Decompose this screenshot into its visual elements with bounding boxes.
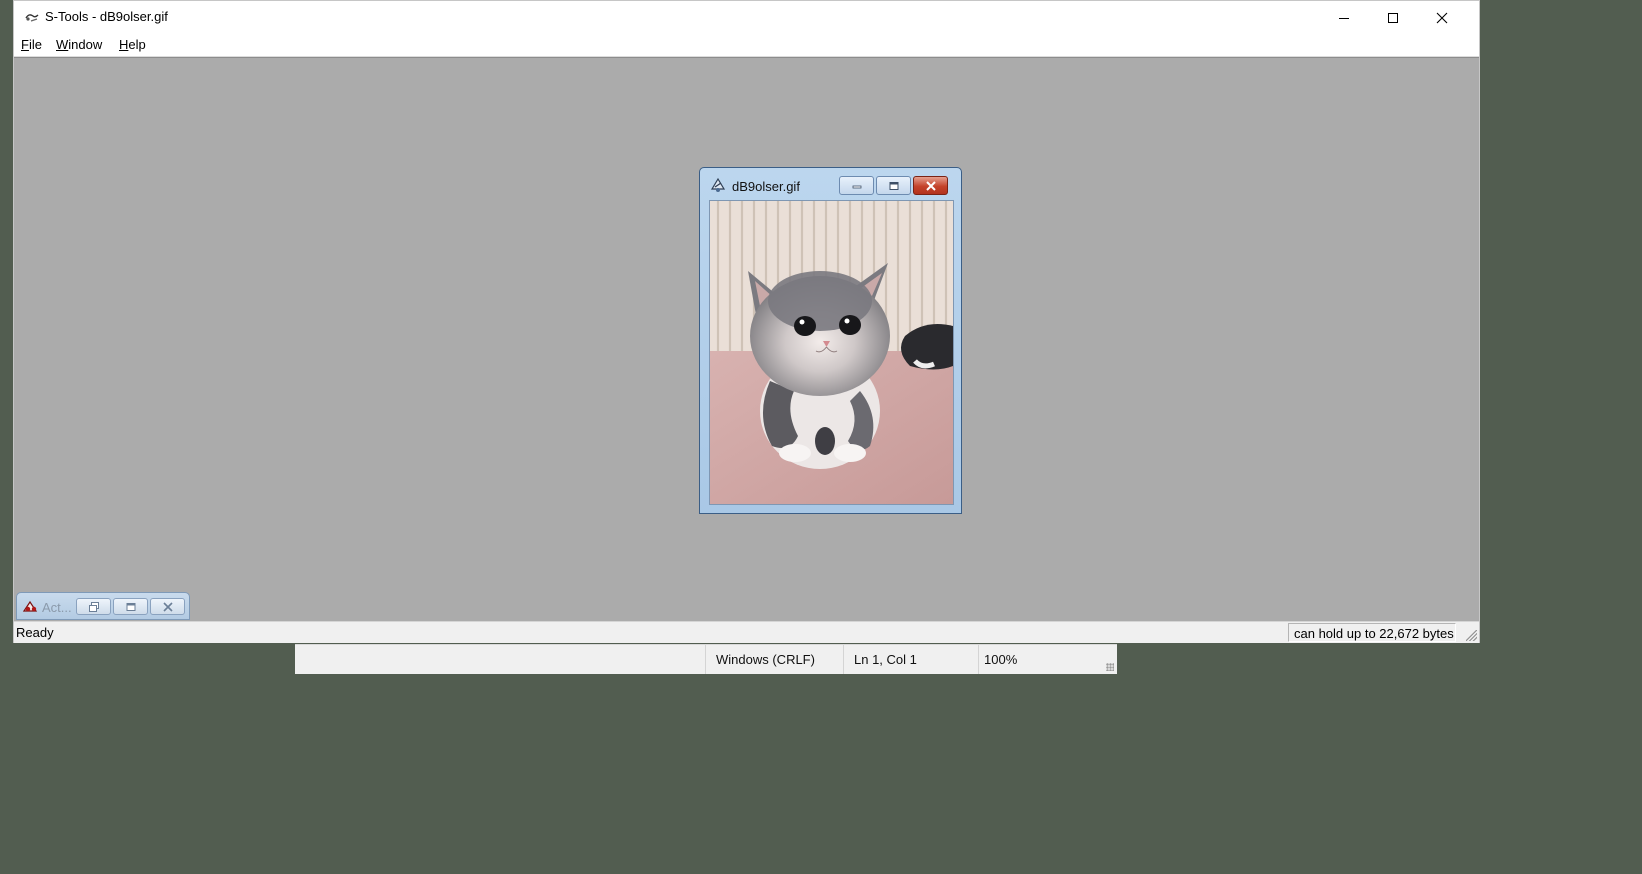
maximize-button[interactable] xyxy=(113,598,148,615)
menu-window-mnemonic: W xyxy=(56,37,69,52)
minimized-actions-window[interactable]: Act... xyxy=(16,592,190,620)
child-window-title: dB9olser.gif xyxy=(732,179,800,194)
maximize-icon xyxy=(1388,12,1398,23)
minimized-window-title: Act... xyxy=(42,600,72,615)
maximize-icon xyxy=(126,602,135,611)
status-text: Ready xyxy=(16,625,54,640)
resize-grip[interactable] xyxy=(1466,630,1477,641)
child-maximize-button[interactable] xyxy=(876,176,911,195)
minimize-icon xyxy=(852,185,861,188)
kitten-image xyxy=(709,200,954,505)
stools-app-icon xyxy=(25,14,39,22)
close-icon xyxy=(1436,12,1448,23)
window-title: S-Tools - dB9olser.gif xyxy=(45,9,168,24)
menu-file[interactable]: File xyxy=(21,37,42,52)
title-bar[interactable]: S-Tools - dB9olser.gif xyxy=(14,1,1479,34)
line-ending-indicator: Windows (CRLF) xyxy=(705,645,841,674)
menu-help-label: elp xyxy=(128,37,146,52)
stools-actions-icon xyxy=(22,600,38,612)
menu-help-mnemonic: H xyxy=(119,37,129,52)
menu-file-label: ile xyxy=(28,37,42,52)
main-window: S-Tools - dB9olser.gif File Window Help … xyxy=(13,0,1480,643)
child-close-button[interactable] xyxy=(913,176,948,195)
minimize-icon xyxy=(1339,17,1349,19)
cursor-position-indicator: Ln 1, Col 1 xyxy=(843,645,976,674)
resize-grip[interactable] xyxy=(1106,663,1114,671)
restore-button[interactable] xyxy=(76,598,111,615)
menu-help[interactable]: Help xyxy=(119,37,146,52)
background-status-bar: Windows (CRLF) Ln 1, Col 1 100% xyxy=(295,644,1117,674)
menu-file-mnemonic: F xyxy=(21,37,29,52)
maximize-button[interactable] xyxy=(1369,1,1417,34)
child-minimize-button[interactable] xyxy=(839,176,874,195)
menu-bar: File Window Help xyxy=(14,34,1479,57)
menu-window-label: indow xyxy=(68,37,103,52)
menu-window[interactable]: Window xyxy=(56,37,102,52)
close-button[interactable] xyxy=(150,598,185,615)
image-document-window[interactable]: dB9olser.gif xyxy=(699,167,962,514)
minimize-button[interactable] xyxy=(1320,1,1368,34)
maximize-icon xyxy=(889,181,898,190)
stools-document-icon xyxy=(710,177,726,192)
mdi-workspace[interactable]: dB9olser.gif Act... xyxy=(14,57,1479,621)
restore-icon xyxy=(88,601,99,612)
kitten-photo xyxy=(710,201,953,504)
close-button[interactable] xyxy=(1418,1,1466,34)
zoom-indicator: 100% xyxy=(978,645,1104,674)
close-icon xyxy=(925,180,936,191)
close-icon xyxy=(162,601,173,612)
status-bar: Ready can hold up to 22,672 bytes xyxy=(14,621,1479,643)
capacity-panel: can hold up to 22,672 bytes xyxy=(1288,623,1456,642)
